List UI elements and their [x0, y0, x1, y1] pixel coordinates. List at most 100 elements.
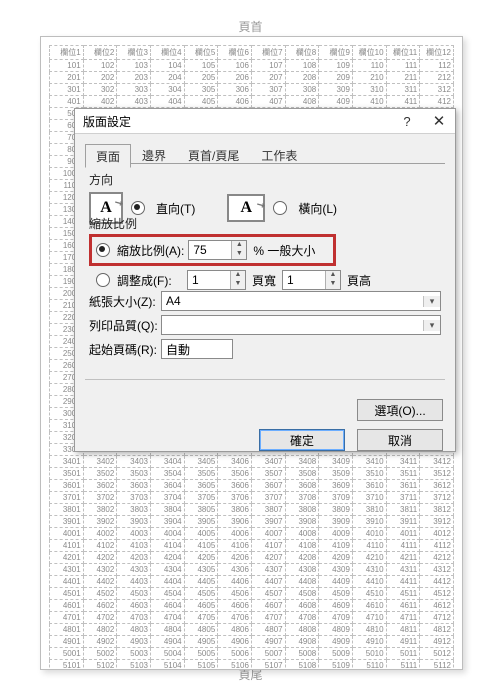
cell: 102 — [83, 60, 117, 72]
cell: 3505 — [184, 468, 218, 480]
cell: 5108 — [285, 660, 319, 671]
cell: 402 — [83, 96, 117, 108]
help-button[interactable]: ? — [391, 109, 423, 133]
cell: 3905 — [184, 516, 218, 528]
orientation-portrait-radio[interactable] — [131, 201, 145, 215]
scaling-fit-radio[interactable] — [96, 273, 110, 287]
table-row: 401402403404405406407408409410411412 — [50, 96, 454, 108]
first-page-input[interactable]: 自動 — [161, 339, 233, 359]
cell: 3411 — [386, 456, 420, 468]
ok-button[interactable]: 確定 — [259, 429, 345, 451]
cell: 5112 — [420, 660, 454, 671]
chevron-down-icon[interactable]: ▾ — [423, 296, 440, 307]
scaling-zoom-spinner[interactable]: ▲▼ — [188, 240, 247, 260]
cell: 4210 — [352, 552, 386, 564]
cell: 3704 — [150, 492, 184, 504]
cell: 4904 — [150, 636, 184, 648]
cell: 4510 — [352, 588, 386, 600]
scaling-zoom-radio[interactable] — [96, 243, 110, 257]
cell: 3803 — [117, 504, 151, 516]
cell: 4708 — [285, 612, 319, 624]
scaling-zoom-input[interactable] — [189, 241, 231, 259]
tab-sheet[interactable]: 工作表 — [250, 143, 308, 166]
table-row: 4601460246034604460546064607460846094610… — [50, 600, 454, 612]
cell: 4106 — [218, 540, 252, 552]
cell: 109 — [319, 60, 353, 72]
table-row: 201202203204205206207208209210211212 — [50, 72, 454, 84]
cell: 4909 — [319, 636, 353, 648]
cell: 5109 — [319, 660, 353, 671]
cell: 3507 — [251, 468, 285, 480]
cell: 4211 — [386, 552, 420, 564]
cell: 205 — [184, 72, 218, 84]
options-button[interactable]: 選項(O)... — [357, 399, 443, 421]
zoom-up-icon[interactable]: ▲ — [232, 241, 246, 250]
cell: 411 — [386, 96, 420, 108]
cell: 404 — [150, 96, 184, 108]
print-quality-combo[interactable]: ▾ — [161, 315, 441, 335]
cell: 4309 — [319, 564, 353, 576]
cell: 201 — [50, 72, 84, 84]
table-row: 4001400240034004400540064007400840094010… — [50, 528, 454, 540]
cell: 4508 — [285, 588, 319, 600]
cell: 4112 — [420, 540, 454, 552]
cell: 4709 — [319, 612, 353, 624]
cell: 4911 — [386, 636, 420, 648]
cell: 4407 — [251, 576, 285, 588]
tab-headerfooter[interactable]: 頁首/頁尾 — [177, 143, 250, 166]
cell: 210 — [352, 72, 386, 84]
cell: 3907 — [251, 516, 285, 528]
cell: 4401 — [50, 576, 84, 588]
cell: 4504 — [150, 588, 184, 600]
cell: 4201 — [50, 552, 84, 564]
cell: 108 — [285, 60, 319, 72]
fit-wide-suffix: 頁寬 — [252, 272, 276, 289]
tab-strip: 頁面 邊界 頁首/頁尾 工作表 — [85, 143, 445, 164]
cell: 3906 — [218, 516, 252, 528]
page-setup-dialog: 版面設定 ? ✕ 頁面 邊界 頁首/頁尾 工作表 方向 A↘ 直向(T) A↘ … — [74, 108, 456, 452]
cell: 303 — [117, 84, 151, 96]
separator — [85, 379, 445, 380]
cell: 4203 — [117, 552, 151, 564]
cell: 3406 — [218, 456, 252, 468]
table-row: 101102103104105106107108109110111112 — [50, 60, 454, 72]
cell: 401 — [50, 96, 84, 108]
cell: 412 — [420, 96, 454, 108]
cell: 112 — [420, 60, 454, 72]
cell: 207 — [251, 72, 285, 84]
cell: 5002 — [83, 648, 117, 660]
cell: 3610 — [352, 480, 386, 492]
cell: 3802 — [83, 504, 117, 516]
cell: 3807 — [251, 504, 285, 516]
cell: 4001 — [50, 528, 84, 540]
cell: 4408 — [285, 576, 319, 588]
tall-up-icon[interactable]: ▲ — [326, 271, 340, 280]
cell: 3408 — [285, 456, 319, 468]
zoom-down-icon[interactable]: ▼ — [232, 250, 246, 259]
orientation-landscape-radio[interactable] — [273, 201, 287, 215]
cell: 3703 — [117, 492, 151, 504]
cell: 4405 — [184, 576, 218, 588]
cell: 3508 — [285, 468, 319, 480]
close-button[interactable]: ✕ — [423, 109, 455, 133]
cell: 3705 — [184, 492, 218, 504]
cancel-button[interactable]: 取消 — [357, 429, 443, 451]
cell: 4204 — [150, 552, 184, 564]
cell: 3504 — [150, 468, 184, 480]
cell: 4912 — [420, 636, 454, 648]
cell: 4703 — [117, 612, 151, 624]
cell: 4604 — [150, 600, 184, 612]
cell: 403 — [117, 96, 151, 108]
tab-margins[interactable]: 邊界 — [131, 143, 177, 166]
cell: 106 — [218, 60, 252, 72]
tab-page[interactable]: 頁面 — [85, 144, 131, 168]
table-row: 3801380238033804380538063807380838093810… — [50, 504, 454, 516]
cell: 3605 — [184, 480, 218, 492]
cell: 302 — [83, 84, 117, 96]
wide-up-icon[interactable]: ▲ — [231, 271, 245, 280]
cell: 4305 — [184, 564, 218, 576]
chevron-down-icon[interactable]: ▾ — [423, 320, 440, 331]
table-row: 4701470247034704470547064707470847094710… — [50, 612, 454, 624]
paper-size-combo[interactable]: A4 ▾ — [161, 291, 441, 311]
cell: 5105 — [184, 660, 218, 671]
